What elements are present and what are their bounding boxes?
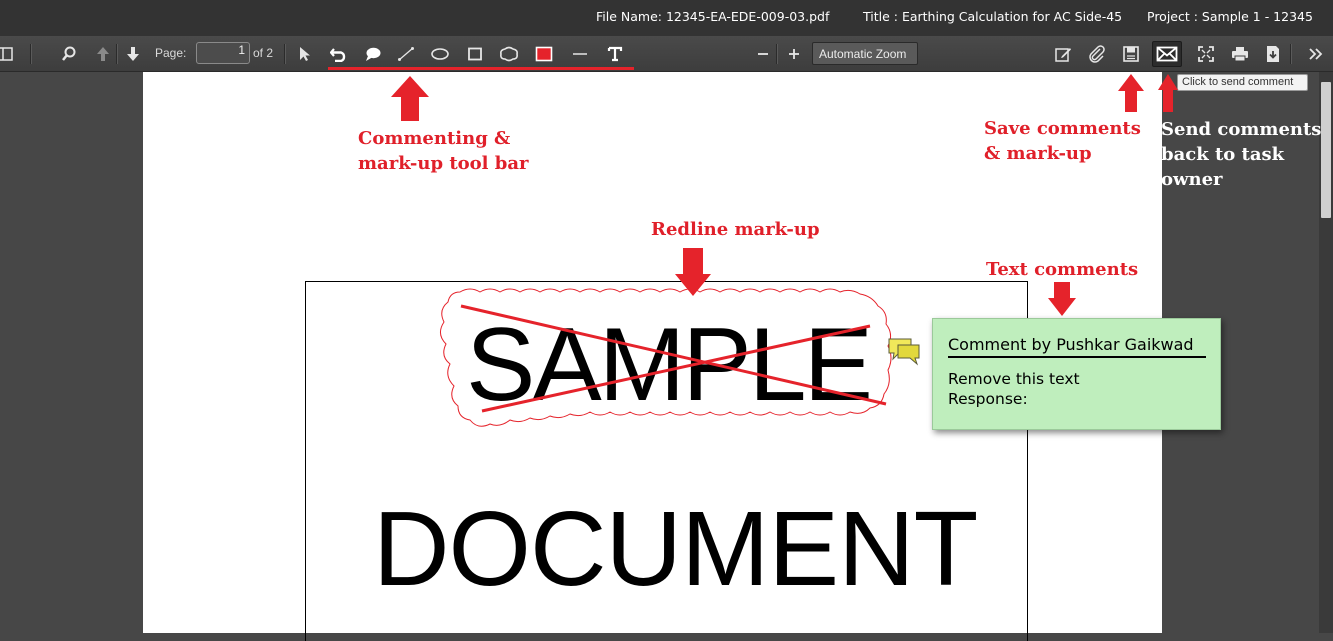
comment-author: Comment by Pushkar Gaikwad: [948, 335, 1206, 358]
document-title-label: Title : Earthing Calculation for AC Side…: [863, 9, 1123, 24]
text-comment-note: Text comments: [986, 259, 1139, 280]
zoom-in-icon[interactable]: [782, 42, 806, 66]
file-name-label: File Name: 12345-EA-EDE-009-03.pdf: [596, 9, 830, 24]
find-icon[interactable]: [57, 42, 81, 66]
comment-body[interactable]: Remove this text Response:: [948, 369, 1080, 409]
zoom-out-icon[interactable]: [751, 42, 775, 66]
stroke-width-icon[interactable]: [568, 42, 592, 66]
line-icon[interactable]: [394, 42, 418, 66]
comment-text: Remove this text: [948, 370, 1080, 388]
fullscreen-icon[interactable]: [1194, 42, 1218, 66]
document-word-sample: SAMPLE: [466, 307, 873, 423]
comment-popup[interactable]: Comment by Pushkar Gaikwad Remove this t…: [932, 318, 1221, 430]
redline-note: Redline mark-up: [651, 219, 820, 240]
toolbar-separator: [776, 44, 778, 64]
comment-icon[interactable]: [361, 42, 385, 66]
send-comment-icon[interactable]: [1152, 41, 1182, 67]
toolbar-note-line1: Commenting &: [358, 128, 511, 149]
save-note-line2: & mark-up: [984, 143, 1092, 164]
pdf-toolbar: Page: 1 of 2 Automatic Zoom: [0, 36, 1333, 72]
print-icon[interactable]: [1228, 42, 1252, 66]
toolbar-separator: [116, 44, 118, 64]
page-label: Page:: [155, 46, 187, 60]
send-note-line1: Send comments: [1161, 119, 1322, 140]
scrollbar-thumb[interactable]: [1321, 82, 1331, 218]
toolbar-separator: [284, 44, 286, 64]
toolbar-note-line2: mark-up tool bar: [358, 153, 529, 174]
document-word-document: DOCUMENT: [373, 490, 978, 608]
save-note-line1: Save comments: [984, 118, 1141, 139]
comment-response: Response:: [948, 390, 1028, 408]
sidebar-toggle-icon[interactable]: [0, 42, 17, 66]
undo-icon[interactable]: [327, 42, 351, 66]
send-comment-tooltip: Click to send comment: [1177, 74, 1308, 91]
previous-page-icon[interactable]: [91, 42, 115, 66]
zoom-select[interactable]: Automatic Zoom: [812, 42, 918, 65]
send-note-line3: owner: [1161, 169, 1223, 190]
page-count-label: of 2: [253, 46, 274, 60]
edit-icon[interactable]: [1051, 42, 1075, 66]
ellipse-icon[interactable]: [428, 42, 452, 66]
toolbar-separator: [30, 44, 32, 64]
attach-icon[interactable]: [1085, 42, 1109, 66]
select-icon[interactable]: [293, 42, 317, 66]
next-page-icon[interactable]: [121, 42, 145, 66]
page-number-input[interactable]: 1: [196, 42, 250, 64]
toolbar-highlight-line: [328, 67, 634, 70]
download-icon[interactable]: [1261, 42, 1285, 66]
color-swatch-icon[interactable]: [532, 42, 556, 66]
project-label: Project : Sample 1 - 12345: [1147, 9, 1313, 24]
cloud-icon[interactable]: [497, 42, 521, 66]
save-icon[interactable]: [1119, 42, 1143, 66]
toolbar-separator: [1290, 44, 1292, 64]
send-note-line2: back to task: [1161, 144, 1285, 165]
rectangle-icon[interactable]: [463, 42, 487, 66]
document-info-bar: File Name: 12345-EA-EDE-009-03.pdf Title…: [0, 0, 1333, 36]
text-icon[interactable]: [603, 42, 627, 66]
more-icon[interactable]: [1304, 42, 1328, 66]
